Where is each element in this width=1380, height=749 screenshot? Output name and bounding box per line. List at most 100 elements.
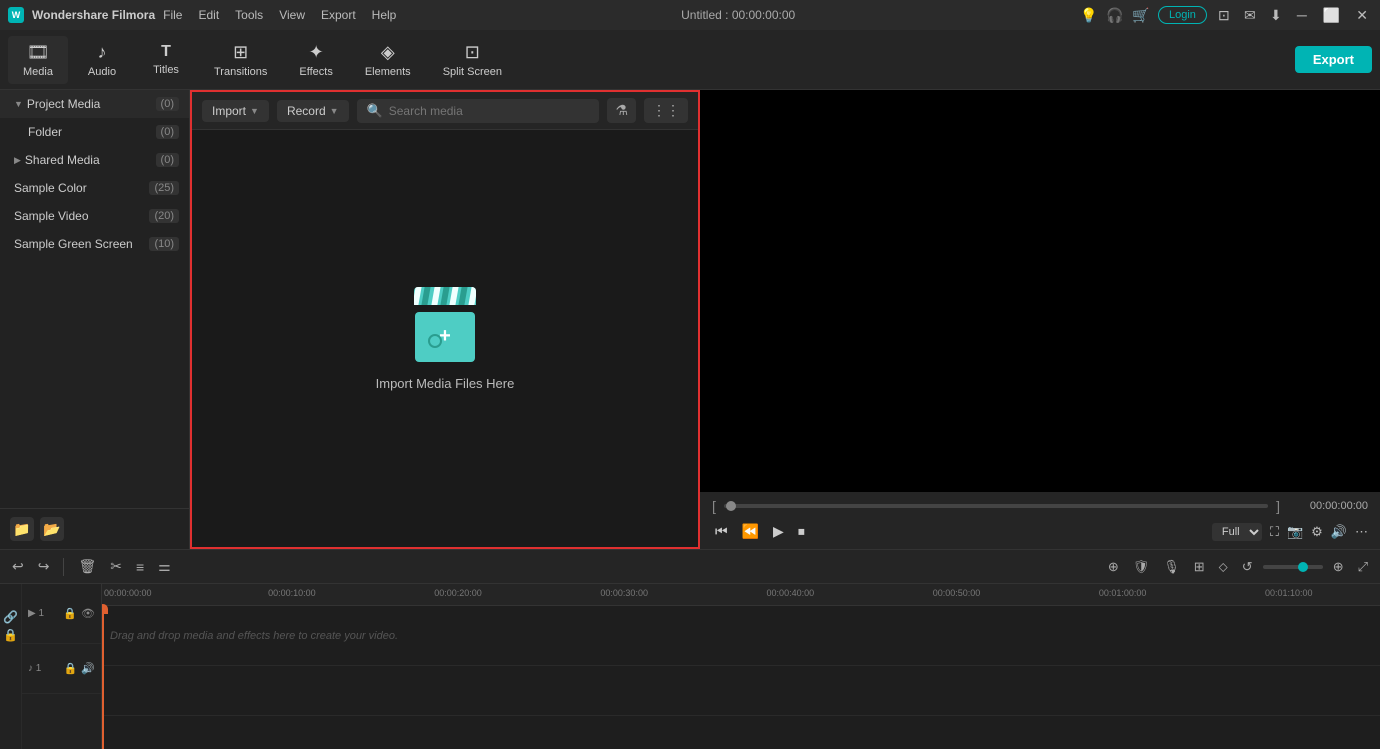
sidebar-item-project-media[interactable]: ▼ Project Media (0): [0, 90, 189, 118]
grid-view-button[interactable]: ⋮⋮: [644, 98, 688, 123]
sidebar-item-sample-video[interactable]: Sample Video (20): [0, 202, 189, 230]
menu-tools[interactable]: Tools: [235, 8, 263, 22]
audio-volume-icon[interactable]: 🔊: [81, 662, 95, 675]
toolbar-audio[interactable]: ♪ Audio: [72, 36, 132, 84]
search-input[interactable]: [389, 104, 590, 118]
fullscreen-button[interactable]: ⛶: [1270, 524, 1279, 540]
zoom-slider[interactable]: [1263, 565, 1323, 569]
toolbar-split-screen[interactable]: ⊡ Split Screen: [429, 36, 516, 84]
audio-track-header: ♪ 1 🔒 🔊: [22, 644, 101, 694]
login-button[interactable]: Login: [1158, 6, 1207, 24]
drag-hint: Drag and drop media and effects here to …: [110, 630, 398, 642]
gift-icon[interactable]: 🛒: [1132, 6, 1150, 24]
settings-button[interactable]: ⚙: [1311, 524, 1323, 540]
toolbar-transitions[interactable]: ⊞ Transitions: [200, 36, 281, 84]
skip-back-button[interactable]: ⏮: [712, 520, 731, 543]
redo-button[interactable]: ↪: [34, 556, 54, 577]
add-folder-button[interactable]: 📁: [10, 517, 34, 541]
timeline-right-tools: ⊕ 🛡 🎙 ⊞ ⬦ ↺ ⊕ ⤢: [1104, 557, 1372, 577]
volume-button[interactable]: 🔊: [1331, 524, 1347, 540]
timeline-ruler[interactable]: 00:00:00:00 00:00:10:00 00:00:20:00 00:0…: [102, 584, 1380, 606]
zoom-fit-button[interactable]: ⤢: [1354, 557, 1372, 577]
microphone-button[interactable]: 🎙: [1159, 557, 1184, 577]
clapper-body: +: [415, 312, 475, 362]
preview-screen: [700, 90, 1380, 492]
snap-button[interactable]: ⊕: [1104, 557, 1123, 577]
maximize-button[interactable]: ⬜: [1319, 7, 1344, 24]
lock-button[interactable]: 🔒: [3, 628, 18, 642]
ruler-mark-4: 00:00:40:00: [767, 588, 815, 598]
sidebar-item-sample-green-screen[interactable]: Sample Green Screen (10): [0, 230, 189, 258]
menu-view[interactable]: View: [279, 8, 305, 22]
zoom-in-button[interactable]: ⊕: [1329, 557, 1348, 577]
sidebar-item-shared-media[interactable]: ▶ Shared Media (0): [0, 146, 189, 174]
sample-video-label: Sample Video: [14, 209, 89, 223]
stop-button[interactable]: ⏹: [795, 520, 808, 543]
add-video-track-button[interactable]: 🔗: [3, 610, 18, 624]
toolbar-effects[interactable]: ✦ Effects: [285, 36, 346, 84]
shield-button[interactable]: 🛡: [1129, 557, 1154, 577]
download-icon[interactable]: ⬇: [1267, 6, 1285, 24]
elements-label: Elements: [365, 66, 411, 78]
new-folder-button[interactable]: 📂: [40, 517, 64, 541]
toolbar-elements[interactable]: ◈ Elements: [351, 36, 425, 84]
video-track-header: ▶ 1 🔒 👁: [22, 584, 101, 644]
cut-button[interactable]: ✂: [106, 556, 126, 577]
sidebar-item-sample-color[interactable]: Sample Color (25): [0, 174, 189, 202]
notification-icon[interactable]: 💡: [1080, 6, 1098, 24]
shared-media-label: Shared Media: [25, 153, 100, 167]
clapper-stripe: [422, 287, 431, 305]
message-icon[interactable]: ✉: [1241, 6, 1259, 24]
menu-export[interactable]: Export: [321, 8, 356, 22]
preview-scrubber[interactable]: [724, 504, 1268, 508]
toolbar-media[interactable]: 🎞 Media: [8, 36, 68, 84]
timeline-toolbar: ↩ ↪ 🗑 ✂ ≡ ⚌ ⊕ 🛡 🎙 ⊞ ⬦ ↺ ⊕ ⤢: [0, 550, 1380, 584]
filter-button[interactable]: ⚗: [607, 98, 636, 123]
video-eye-icon[interactable]: 👁: [81, 607, 95, 620]
menu-edit[interactable]: Edit: [198, 8, 219, 22]
sidebar-item-folder[interactable]: Folder (0): [0, 118, 189, 146]
minimize-button[interactable]: ─: [1293, 7, 1311, 23]
folder-count: (0): [156, 125, 179, 139]
timeline-track-area: Drag and drop media and effects here to …: [102, 606, 1380, 749]
audio-lock-icon[interactable]: 🔒: [64, 662, 78, 675]
snapshot-button[interactable]: 📷: [1287, 524, 1303, 540]
media-icon: 🎞: [27, 42, 50, 63]
record-button[interactable]: Record ▼: [277, 100, 349, 122]
close-button[interactable]: ✕: [1352, 7, 1372, 24]
headset-icon[interactable]: 🎧: [1106, 6, 1124, 24]
zoom-thumb: [1298, 562, 1308, 572]
clapper-stripe: [414, 287, 422, 305]
out-point-marker[interactable]: ]: [1276, 498, 1280, 514]
quality-selector[interactable]: Full 1/2 1/4: [1212, 523, 1262, 541]
loop-button[interactable]: ↺: [1238, 557, 1257, 577]
restore-icon[interactable]: ⊡: [1215, 6, 1233, 24]
search-bar: 🔍: [357, 99, 600, 123]
export-button[interactable]: Export: [1295, 46, 1372, 73]
toolbar-separator: [63, 558, 64, 576]
add-clip-button[interactable]: ⊞: [1190, 557, 1209, 577]
preview-timeline-bar: [ ] 00:00:00:00: [712, 498, 1368, 514]
video-lock-icon[interactable]: 🔒: [63, 607, 77, 620]
menu-help[interactable]: Help: [372, 8, 397, 22]
titlebar-right: 💡 🎧 🛒 Login ⊡ ✉ ⬇ ─ ⬜ ✕: [1080, 6, 1372, 24]
sample-video-count: (20): [149, 209, 179, 223]
search-icon: 🔍: [367, 103, 383, 119]
playback-buttons: ⏮ ⏪ ▶ ⏹: [712, 520, 808, 543]
keyframe-button[interactable]: ⬦: [1215, 557, 1232, 577]
play-button[interactable]: ▶: [770, 520, 787, 543]
in-point-marker[interactable]: [: [712, 498, 716, 514]
menu-file[interactable]: File: [163, 8, 182, 22]
transitions-label: Transitions: [214, 66, 267, 78]
delete-button[interactable]: 🗑: [74, 556, 100, 577]
adjust-button[interactable]: ≡: [132, 557, 148, 577]
clapper-stripe: [468, 287, 476, 305]
import-button[interactable]: Import ▼: [202, 100, 269, 122]
audio-track-icons: 🔒 🔊: [64, 662, 95, 675]
media-panel: Import ▼ Record ▼ 🔍 ⚗ ⋮⋮: [190, 90, 700, 549]
undo-button[interactable]: ↩: [8, 556, 28, 577]
ripple-edit-button[interactable]: ⚌: [154, 556, 175, 577]
step-back-button[interactable]: ⏪: [739, 520, 762, 543]
more-options-button[interactable]: ⋯: [1355, 524, 1368, 540]
toolbar-titles[interactable]: T Titles: [136, 37, 196, 82]
